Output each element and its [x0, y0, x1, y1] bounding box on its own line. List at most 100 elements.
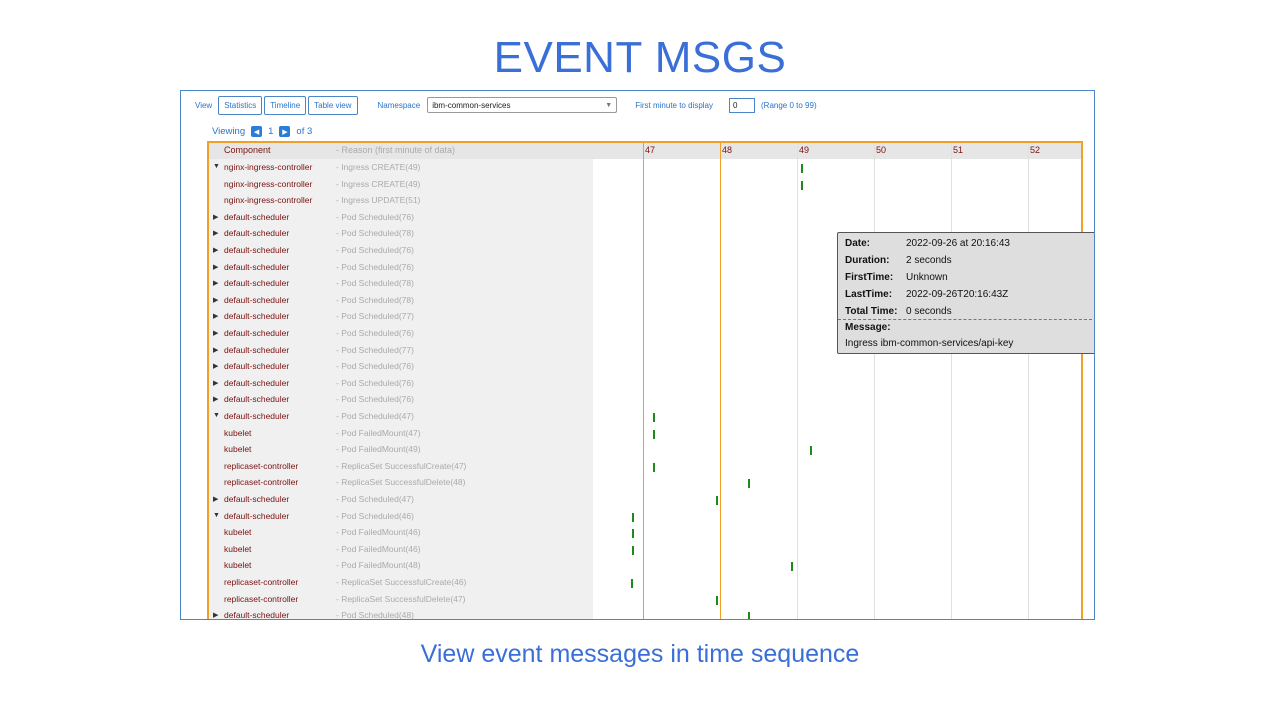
chevron-down-icon: ▼: [605, 101, 613, 109]
event-marker[interactable]: [653, 413, 655, 422]
event-marker[interactable]: [630, 579, 633, 588]
event-row[interactable]: ▶ default-scheduler - Pod Scheduled(76): [209, 377, 593, 393]
table-view-button[interactable]: Table view: [308, 95, 358, 115]
event-row[interactable]: kubelet - Pod FailedMount(46): [209, 543, 593, 559]
event-tooltip: Date: 2022-09-26 at 20:16:43 Duration: 2 se…: [837, 232, 1094, 354]
event-row[interactable]: replicaset-controller - ReplicaSet Succes…: [209, 593, 593, 609]
event-marker[interactable]: [632, 529, 635, 539]
event-marker[interactable]: [632, 545, 635, 555]
event-row[interactable]: ▶ default-scheduler - Pod Scheduled(47): [209, 493, 593, 509]
tooltip-field-key: Total Time:: [845, 306, 898, 317]
event-marker[interactable]: [748, 612, 751, 619]
tooltip-field: LastTime: 2022-09-26T20:16:43Z: [845, 289, 1008, 300]
event-row[interactable]: replicaset-controller - ReplicaSet Succes…: [209, 460, 593, 476]
event-reason: - ReplicaSet SuccessfulDelete(47): [336, 593, 466, 604]
expand-triangle-icon[interactable]: ▶: [213, 611, 218, 619]
event-marker[interactable]: [632, 512, 635, 522]
tooltip-field-key: Duration:: [845, 255, 890, 266]
component-name: nginx-ingress-controller: [224, 195, 313, 206]
expand-triangle-icon[interactable]: ▶: [213, 362, 218, 370]
next-page-icon[interactable]: ▶: [279, 126, 291, 137]
event-row[interactable]: kubelet - Pod FailedMount(46): [209, 526, 593, 542]
collapse-triangle-icon[interactable]: ▼: [213, 163, 220, 170]
event-marker[interactable]: [790, 562, 793, 572]
component-name: nginx-ingress-controller: [224, 162, 313, 172]
component-name: default-scheduler: [224, 261, 290, 272]
event-row[interactable]: ▶ default-scheduler - Pod Scheduled(76): [209, 261, 593, 277]
event-marker[interactable]: [653, 462, 655, 472]
timeline-button[interactable]: Timeline: [264, 95, 307, 115]
component-name: kubelet: [224, 427, 252, 438]
event-row[interactable]: ▶ default-scheduler - Pod Scheduled(77): [209, 310, 593, 326]
event-row[interactable]: ▶ default-scheduler - Pod Scheduled(48): [209, 609, 593, 620]
event-row[interactable]: ▼ default-scheduler - Pod Scheduled(46): [209, 510, 593, 526]
event-reason: - Pod Scheduled(78): [336, 294, 414, 305]
event-reason: - Pod Scheduled(76): [336, 211, 414, 222]
component-name: default-scheduler: [224, 610, 290, 620]
event-row[interactable]: ▼ default-scheduler - Pod Scheduled(47): [209, 410, 593, 426]
event-marker[interactable]: [800, 180, 803, 190]
statistics-button[interactable]: Statistics: [218, 95, 263, 115]
expand-triangle-icon[interactable]: ▶: [213, 395, 218, 403]
expand-triangle-icon[interactable]: ▶: [213, 246, 218, 254]
event-reason: - Pod Scheduled(77): [336, 311, 414, 322]
expand-triangle-icon[interactable]: ▶: [213, 263, 218, 271]
expand-triangle-icon[interactable]: ▶: [213, 346, 218, 354]
event-reason: - Pod FailedMount(47): [336, 427, 421, 438]
event-marker[interactable]: [653, 429, 655, 439]
minute-gridline: [874, 143, 875, 619]
message-value: Ingress ibm-common-services/api-key: [845, 338, 1014, 349]
component-name: default-scheduler: [224, 294, 290, 305]
event-marker[interactable]: [716, 595, 719, 605]
event-row[interactable]: ▶ default-scheduler - Pod Scheduled(77): [209, 344, 593, 360]
minute-tick-label: 47: [645, 145, 656, 155]
event-marker[interactable]: [800, 164, 803, 173]
prev-page-icon[interactable]: ◀: [251, 126, 263, 137]
component-name: replicaset-controller: [224, 460, 299, 471]
expand-triangle-icon[interactable]: ▶: [213, 329, 218, 337]
event-row[interactable]: ▶ default-scheduler - Pod Scheduled(78): [209, 227, 593, 243]
collapse-triangle-icon[interactable]: ▼: [213, 412, 220, 419]
event-reason: - Pod Scheduled(48): [336, 610, 414, 620]
first-minute-input[interactable]: 0: [729, 97, 756, 113]
event-row[interactable]: kubelet - Pod FailedMount(49): [209, 443, 593, 459]
event-marker[interactable]: [810, 446, 813, 456]
view-label: View: [195, 100, 213, 110]
event-marker[interactable]: [716, 496, 719, 505]
minute-tick-label: 50: [876, 145, 887, 155]
expand-triangle-icon[interactable]: ▶: [213, 296, 218, 304]
event-row[interactable]: ▶ default-scheduler - Pod Scheduled(78): [209, 277, 593, 293]
event-row[interactable]: ▶ default-scheduler - Pod Scheduled(78): [209, 294, 593, 310]
namespace-select[interactable]: ibm-common-services ▼: [427, 97, 618, 113]
expand-triangle-icon[interactable]: ▶: [213, 379, 218, 387]
component-name: replicaset-controller: [224, 477, 299, 488]
collapse-triangle-icon[interactable]: ▼: [213, 512, 220, 519]
event-row[interactable]: replicaset-controller - ReplicaSet Succes…: [209, 476, 593, 492]
event-row[interactable]: ▶ default-scheduler - Pod Scheduled(76): [209, 360, 593, 376]
event-row[interactable]: replicaset-controller - ReplicaSet Succes…: [209, 576, 593, 592]
event-row[interactable]: ▶ default-scheduler - Pod Scheduled(76): [209, 244, 593, 260]
expand-triangle-icon[interactable]: ▶: [213, 312, 218, 320]
event-row[interactable]: nginx-ingress-controller - Ingress CREATE…: [209, 178, 593, 194]
event-row[interactable]: nginx-ingress-controller - Ingress UPDATE…: [209, 194, 593, 210]
event-row[interactable]: ▶ default-scheduler - Pod Scheduled(76): [209, 211, 593, 227]
event-marker[interactable]: [748, 479, 751, 489]
tooltip-field-value: Unknown: [906, 272, 948, 283]
expand-triangle-icon[interactable]: ▶: [213, 495, 218, 503]
slide-title: EVENT MSGS: [493, 33, 787, 82]
event-reason: - Ingress CREATE(49): [336, 162, 421, 172]
event-row[interactable]: kubelet - Pod FailedMount(47): [209, 427, 593, 443]
event-row[interactable]: ▶ default-scheduler - Pod Scheduled(76): [209, 393, 593, 409]
viewing-label: Viewing: [212, 126, 246, 137]
slide-caption: View event messages in time sequence: [420, 640, 860, 668]
namespace-label: Namespace: [377, 100, 421, 110]
event-row[interactable]: ▶ default-scheduler - Pod Scheduled(76): [209, 327, 593, 343]
expand-triangle-icon[interactable]: ▶: [213, 213, 218, 221]
expand-triangle-icon[interactable]: ▶: [213, 279, 218, 287]
expand-triangle-icon[interactable]: ▶: [213, 229, 218, 237]
event-reason: - Pod Scheduled(78): [336, 278, 414, 289]
event-row[interactable]: kubelet - Pod FailedMount(48): [209, 559, 593, 575]
event-row[interactable]: ▼ nginx-ingress-controller - Ingress CREAT…: [209, 161, 593, 177]
event-reason: - Ingress CREATE(49): [336, 178, 421, 189]
tooltip-field: Date: 2022-09-26 at 20:16:43: [845, 238, 1010, 249]
